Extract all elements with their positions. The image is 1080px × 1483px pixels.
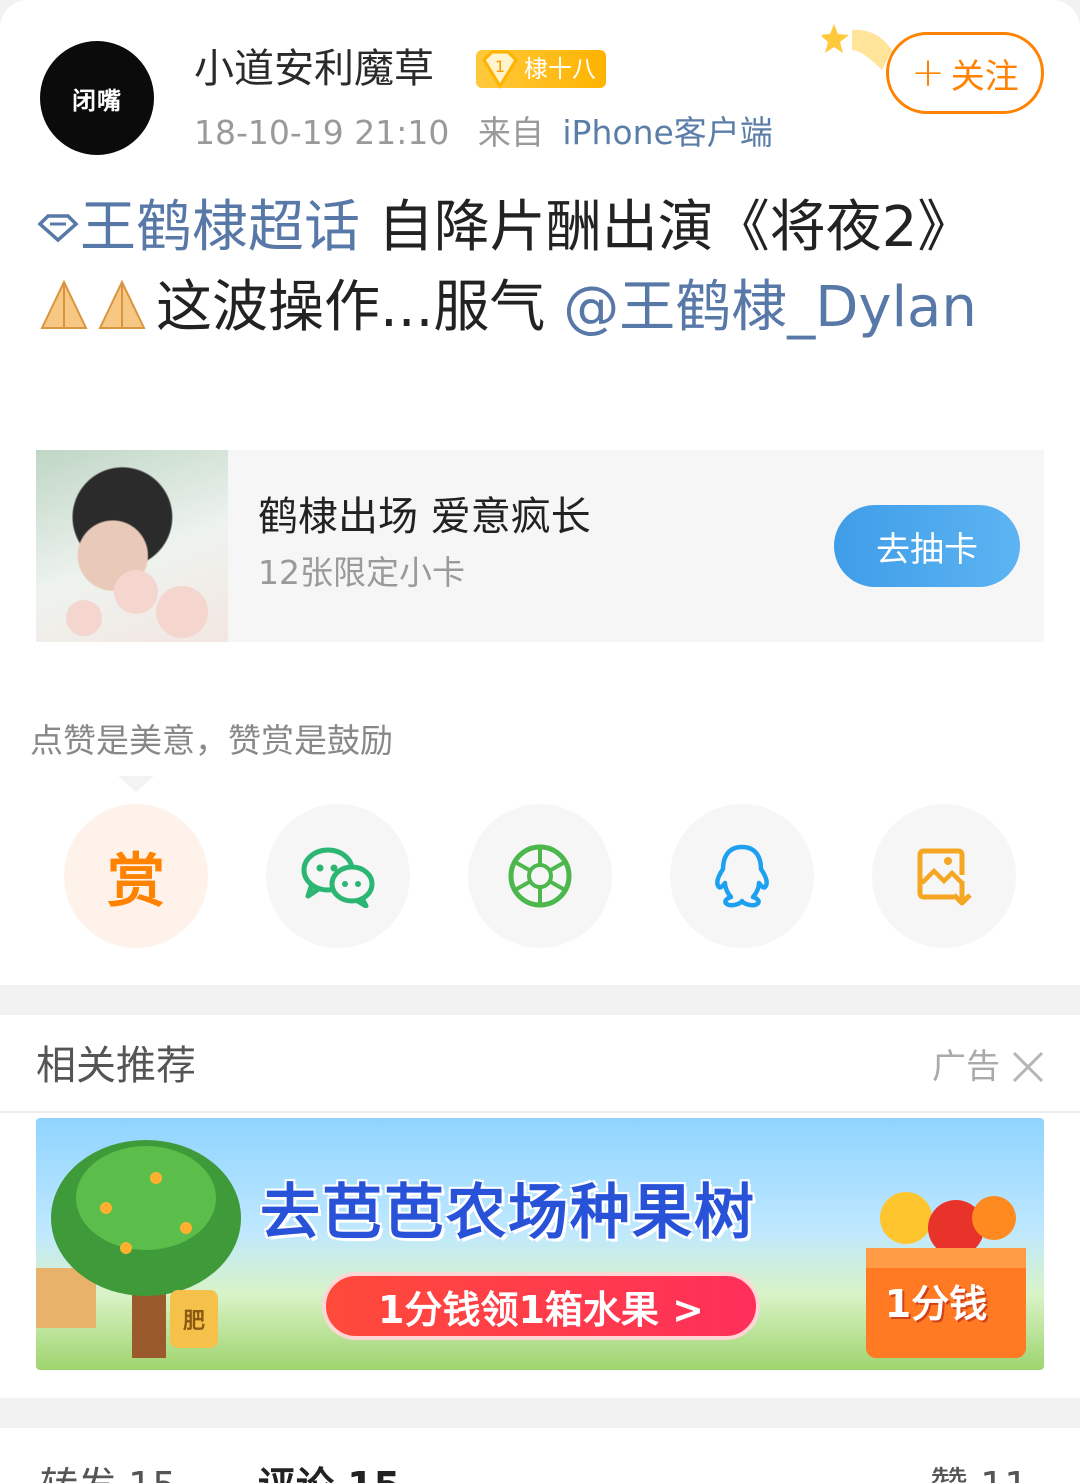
- moments-icon: [508, 844, 572, 908]
- close-icon[interactable]: [1010, 1049, 1046, 1085]
- topic-link-text: 王鹤棣超话: [80, 195, 360, 260]
- mention-link[interactable]: @王鹤棣_Dylan: [563, 275, 977, 340]
- card-subtitle: 12张限定小卡: [258, 553, 465, 592]
- post-tabs: 转发 15 评论 15 赞 11: [0, 1428, 1080, 1483]
- card-title: 鹤棣出场 爱意疯长: [258, 494, 591, 540]
- svg-text:1: 1: [495, 57, 505, 76]
- ad-price: 1分钱: [884, 1282, 988, 1326]
- card-thumbnail: [36, 450, 228, 642]
- source-prefix: 来自: [477, 113, 544, 152]
- plus-icon: +: [911, 50, 945, 96]
- follow-label: 关注: [950, 56, 1019, 97]
- fruit-tree-icon: 肥: [36, 1140, 241, 1358]
- weibo-post: 闭嘴 小道安利魔草 1 棣十八 18-10-19 21:10 来自 iPhone…: [0, 0, 1080, 985]
- save-image-button[interactable]: [872, 804, 1016, 948]
- reward-icon: 赏: [106, 847, 165, 915]
- praying-hands-emoji-icon: [40, 279, 146, 329]
- share-wechat-button[interactable]: [266, 804, 410, 948]
- ad-headline: 去芭芭农场种果树: [260, 1178, 756, 1248]
- post-timestamp: 18-10-19 21:10: [194, 113, 450, 152]
- tooltip-pointer: [118, 776, 154, 792]
- tab-likes[interactable]: 赞 11: [930, 1462, 1028, 1483]
- ad-banner[interactable]: 肥 去芭芭农场种果树 1分钱领1箱水果 > 1分钱: [36, 1118, 1044, 1370]
- username[interactable]: 小道安利魔草: [194, 42, 434, 96]
- share-row: 赏: [0, 804, 1080, 949]
- topic-link[interactable]: 王鹤棣超话: [36, 195, 360, 260]
- save-image-icon: [917, 848, 972, 906]
- qq-icon: [715, 844, 769, 908]
- follow-button[interactable]: + 关注: [886, 32, 1044, 114]
- avatar[interactable]: 闭嘴: [40, 41, 154, 155]
- related-header: 相关推荐 广告: [0, 1015, 1080, 1113]
- reward-button[interactable]: 赏: [64, 804, 208, 948]
- svg-text:肥: 肥: [183, 1309, 205, 1334]
- super-topic-icon: [37, 214, 79, 243]
- ad-area: 肥 去芭芭农场种果树 1分钱领1箱水果 > 1分钱: [0, 1113, 1080, 1398]
- post-text-1: 自降片酬出演《将夜2》: [360, 195, 974, 260]
- source-link[interactable]: iPhone客户端: [562, 113, 772, 152]
- tab-comments[interactable]: 评论 15: [258, 1462, 400, 1483]
- draw-card-button[interactable]: 去抽卡: [834, 505, 1020, 587]
- post-text-2: 这波操作...服气: [156, 275, 546, 340]
- share-qq-button[interactable]: [670, 804, 814, 948]
- tab-repost[interactable]: 转发 15: [40, 1462, 176, 1483]
- wechat-icon: [301, 847, 375, 908]
- badge-label: 棣十八: [524, 55, 596, 83]
- draw-card-promo[interactable]: 鹤棣出场 爱意疯长 12张限定小卡 去抽卡: [36, 450, 1044, 642]
- related-title: 相关推荐: [36, 1043, 196, 1089]
- share-moments-button[interactable]: [468, 804, 612, 948]
- reward-hint: 点赞是美意，赞赏是鼓励: [30, 721, 393, 760]
- ad-label: 广告: [932, 1047, 1000, 1087]
- diamond-badge-icon: 1: [482, 50, 518, 89]
- ad-cta-button[interactable]: 1分钱领1箱水果 >: [322, 1272, 760, 1340]
- fan-level-badge[interactable]: 1 棣十八: [476, 50, 606, 89]
- post-content: 王鹤棣超话 自降片酬出演《将夜2》 这波操作...服气 @王鹤棣_Dylan: [36, 188, 1046, 348]
- post-meta: 18-10-19 21:10 来自 iPhone客户端: [194, 110, 773, 156]
